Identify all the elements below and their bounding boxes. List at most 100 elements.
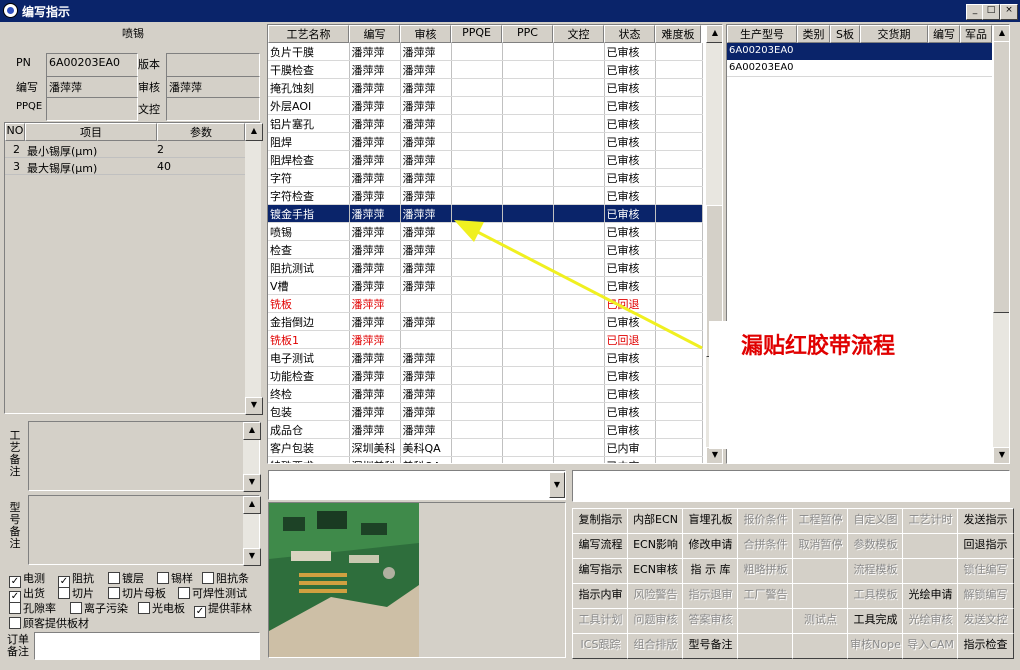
arrow-down-icon[interactable]: ▼ — [243, 474, 261, 492]
action-button[interactable]: 解锁编写 — [957, 583, 1014, 609]
action-button[interactable]: 编写流程 — [572, 533, 629, 559]
action-button[interactable]: 指示退审 — [682, 583, 739, 609]
action-button[interactable]: 参数模板 — [847, 533, 904, 559]
params-scrollbar[interactable]: ▲ ▼ — [245, 123, 263, 415]
table-row[interactable]: 功能检查 潘萍萍 潘萍萍 已审核 — [268, 366, 703, 385]
maximize-button[interactable]: □ — [982, 4, 1000, 20]
action-button[interactable]: 工厂警告 — [737, 583, 794, 609]
version-field[interactable] — [166, 53, 260, 77]
command-input[interactable] — [572, 470, 1010, 502]
checkbox-customer-material[interactable]: 顾客提供板材 — [9, 615, 89, 631]
action-button[interactable]: 风险警告 — [627, 583, 684, 609]
action-button[interactable]: 报价条件 — [737, 508, 794, 534]
ppqe-field[interactable] — [46, 97, 138, 121]
arrow-down-icon[interactable]: ▼ — [706, 447, 722, 463]
col-reviewer[interactable]: 审核 — [400, 25, 451, 43]
action-button[interactable]: 答案审核 — [682, 608, 739, 634]
col-ppc[interactable]: PPC — [502, 25, 553, 43]
action-button[interactable]: 自定义图 — [847, 508, 904, 534]
action-button[interactable]: 工程暂停 — [792, 508, 849, 534]
checkbox-plating[interactable]: 镀层 — [108, 570, 144, 586]
table-row[interactable]: 客户包装 深圳美科 美科QA 已内审 — [268, 438, 703, 457]
table-row[interactable]: 包装 潘萍萍 潘萍萍 已审核 — [268, 402, 703, 421]
models-scrollbar[interactable]: ▲ ▼ — [993, 25, 1009, 463]
model-remark-scrollbar[interactable]: ▲ ▼ — [243, 496, 261, 566]
checkbox-ion-contamination[interactable]: 离子污染 — [70, 600, 128, 616]
scroll-thumb[interactable] — [993, 41, 1009, 313]
arrow-down-icon[interactable]: ▼ — [993, 447, 1009, 463]
checkbox-solderability[interactable]: 可焊性测试 — [178, 585, 247, 601]
action-button[interactable]: ICS跟踪 — [572, 633, 629, 659]
table-row[interactable]: 3 最大锡厚(μm) 40 — [5, 158, 245, 175]
empty-button[interactable] — [792, 633, 849, 659]
action-button[interactable]: 编写指示 — [572, 558, 629, 584]
col-s-board[interactable]: S板 — [830, 25, 860, 43]
action-button[interactable]: 工具模板 — [847, 583, 904, 609]
action-button[interactable]: 光绘申请 — [902, 583, 959, 609]
table-row[interactable]: 终检 潘萍萍 潘萍萍 已审核 — [268, 384, 703, 403]
empty-button[interactable] — [737, 633, 794, 659]
checkbox-impedance-strip[interactable]: 阻抗条 — [202, 570, 249, 586]
arrow-down-icon[interactable]: ▼ — [243, 548, 261, 566]
action-button[interactable]: ECN影响 — [627, 533, 684, 559]
action-button[interactable]: 工具完成 — [847, 608, 904, 634]
col-model-writer[interactable]: 编写 — [928, 25, 960, 43]
action-button[interactable]: 锁住编写 — [957, 558, 1014, 584]
arrow-down-icon[interactable]: ▼ — [245, 397, 263, 415]
table-row[interactable]: 铝片塞孔 潘萍萍 潘萍萍 已审核 — [268, 114, 703, 133]
action-button[interactable]: 指示内审 — [572, 583, 629, 609]
action-button[interactable]: 导入CAM — [902, 633, 959, 659]
checkbox-porosity[interactable]: 孔隙率 — [9, 600, 56, 616]
col-process-name[interactable]: 工艺名称 — [268, 25, 349, 43]
col-difficulty[interactable]: 难度板 — [655, 25, 701, 43]
process-remark-field[interactable]: ▲ ▼ — [28, 421, 261, 492]
action-button[interactable]: 粗略拼板 — [737, 558, 794, 584]
table-row[interactable]: 掩孔蚀刻 潘萍萍 潘萍萍 已审核 — [268, 78, 703, 97]
col-ppqe[interactable]: PPQE — [451, 25, 502, 43]
col-writer[interactable]: 编写 — [349, 25, 400, 43]
model-remark-field[interactable]: ▲ ▼ — [28, 495, 261, 566]
action-button[interactable]: 指示检查 — [957, 633, 1014, 659]
table-row[interactable]: 阻焊检查 潘萍萍 潘萍萍 已审核 — [268, 150, 703, 169]
table-row[interactable]: 6A00203EA0 — [727, 43, 992, 60]
arrow-up-icon[interactable]: ▲ — [706, 25, 722, 43]
action-button[interactable]: 流程模板 — [847, 558, 904, 584]
checkbox-optical-board[interactable]: 光电板 — [138, 600, 185, 616]
empty-button[interactable] — [792, 583, 849, 609]
table-row[interactable]: 外层AOI 潘萍萍 潘萍萍 已审核 — [268, 96, 703, 115]
table-row[interactable]: 成品仓 潘萍萍 潘萍萍 已审核 — [268, 420, 703, 439]
checkbox-tin-sample[interactable]: 锡样 — [157, 570, 193, 586]
col-model[interactable]: 生产型号 — [727, 25, 797, 43]
process-remark-scrollbar[interactable]: ▲ ▼ — [243, 422, 261, 492]
empty-button[interactable] — [737, 608, 794, 634]
col-delivery[interactable]: 交货期 — [860, 25, 928, 43]
table-row[interactable]: 6A00203EA0 — [727, 60, 992, 77]
doc-control-field[interactable] — [166, 97, 260, 121]
action-button[interactable]: 内部ECN — [627, 508, 684, 534]
close-button[interactable]: × — [1000, 4, 1018, 20]
col-status[interactable]: 状态 — [604, 25, 655, 43]
table-row[interactable]: 负片干膜 潘萍萍 潘萍萍 已审核 — [268, 43, 703, 61]
action-button[interactable]: 组合排版 — [627, 633, 684, 659]
arrow-up-icon[interactable]: ▲ — [243, 422, 261, 440]
table-row[interactable]: 特殊要求深圳美科美科QA 已内审 — [268, 456, 703, 463]
action-button[interactable]: 型号备注 — [682, 633, 739, 659]
table-row[interactable]: 2 最小锡厚(μm) 2 — [5, 141, 245, 158]
empty-button[interactable] — [902, 533, 959, 559]
col-doc-control[interactable]: 文控 — [553, 25, 604, 43]
arrow-up-icon[interactable]: ▲ — [243, 496, 261, 514]
params-col-item[interactable]: 项目 — [25, 123, 157, 141]
table-row[interactable]: 字符 潘萍萍 潘萍萍 已审核 — [268, 168, 703, 187]
action-button[interactable]: 光绘审核 — [902, 608, 959, 634]
order-remark-field[interactable] — [34, 632, 260, 660]
arrow-up-icon[interactable]: ▲ — [245, 123, 263, 141]
table-row[interactable]: 干膜检查 潘萍萍 潘萍萍 已审核 — [268, 60, 703, 79]
params-col-no[interactable]: NO — [5, 123, 25, 141]
process-dropdown[interactable]: ▼ — [268, 470, 566, 500]
empty-button[interactable] — [792, 558, 849, 584]
action-button[interactable]: 工具计划 — [572, 608, 629, 634]
action-button[interactable]: 取消暂停 — [792, 533, 849, 559]
action-button[interactable]: 盲埋孔板 — [682, 508, 739, 534]
checkbox-section[interactable]: 切片 — [58, 585, 94, 601]
action-button[interactable]: 问题审核 — [627, 608, 684, 634]
